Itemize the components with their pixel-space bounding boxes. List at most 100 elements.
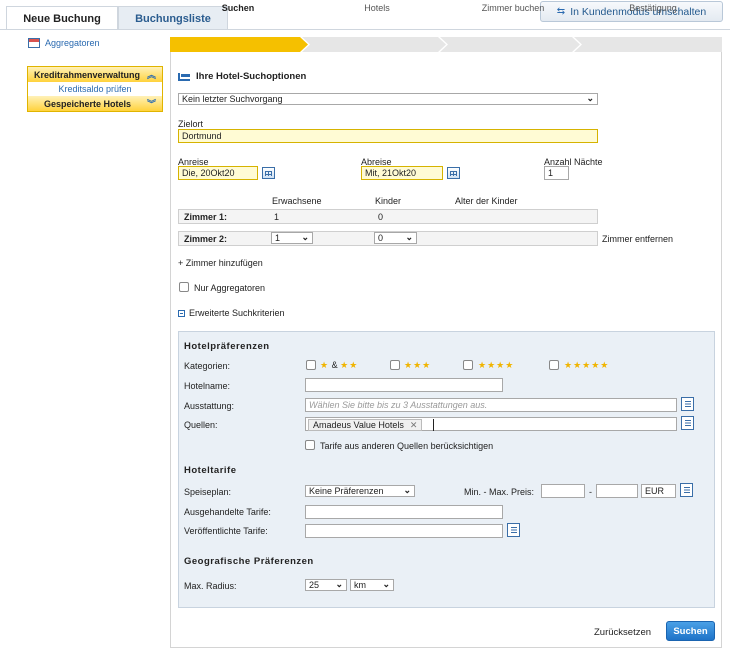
- published-label: Veröffentlichte Tarife:: [184, 526, 268, 536]
- step-bg-search: [170, 37, 308, 52]
- chevron-down-icon: ⌄: [335, 579, 343, 589]
- radius-label: Max. Radius:: [184, 581, 237, 591]
- room-2-label: Zimmer 2:: [184, 234, 228, 244]
- sources-label: Quellen:: [184, 420, 218, 430]
- arrival-input[interactable]: Die, 20Okt20: [178, 166, 258, 180]
- step-bg-confirm: [574, 37, 722, 52]
- list-icon[interactable]: [507, 523, 520, 537]
- source-token[interactable]: Amadeus Value Hotels ✕: [308, 419, 423, 431]
- chevron-down-icon: ⌄: [405, 232, 413, 242]
- advanced-toggle[interactable]: Erweiterte Suchkriterien: [178, 308, 285, 318]
- sidebar-credit-link[interactable]: Kreditsaldo prüfen: [28, 82, 162, 96]
- calendar-icon[interactable]: [447, 167, 460, 179]
- max-price-input[interactable]: [596, 484, 638, 498]
- sidebar-aggregators[interactable]: Aggregatoren: [28, 38, 100, 48]
- tab-new-booking[interactable]: Neue Buchung: [6, 6, 118, 30]
- step-hotels: Hotels: [364, 2, 390, 13]
- search-button[interactable]: Suchen: [666, 621, 715, 641]
- category-amp: &: [331, 360, 338, 370]
- chevron-down-icon[interactable]: ︾: [147, 97, 156, 110]
- published-input[interactable]: [305, 524, 503, 538]
- list-icon[interactable]: [680, 483, 693, 497]
- list-icon[interactable]: [681, 416, 694, 430]
- category-4star-checkbox[interactable]: [463, 360, 473, 370]
- sidebar-aggregators-label[interactable]: Aggregatoren: [45, 38, 100, 48]
- price-label: Min. - Max. Preis:: [464, 487, 535, 497]
- last-search-value: Kein letzter Suchvorgang: [182, 94, 283, 104]
- room-1-row: [178, 209, 598, 224]
- category-2star-checkbox[interactable]: [306, 360, 316, 370]
- hotelname-label: Hotelname:: [184, 381, 231, 391]
- geo-title: Geografische Präferenzen: [184, 556, 314, 567]
- destination-input[interactable]: Dortmund: [178, 129, 598, 143]
- price-separator: -: [589, 487, 592, 497]
- other-sources-checkbox[interactable]: [305, 440, 315, 450]
- last-search-select[interactable]: Kein letzter Suchvorgang ⌄: [178, 93, 598, 105]
- advanced-label: Erweiterte Suchkriterien: [189, 308, 285, 318]
- room-1-children: 0: [378, 212, 384, 222]
- negotiated-label: Ausgehandelte Tarife:: [184, 507, 271, 517]
- star-icon: ★: [320, 360, 330, 370]
- negotiated-input[interactable]: [305, 505, 503, 519]
- other-sources-label: Tarife aus anderen Quellen berücksichtig…: [320, 441, 494, 451]
- meal-select[interactable]: Keine Präferenzen ⌄: [305, 485, 415, 497]
- collapse-icon: [178, 309, 185, 317]
- chevron-down-icon: ⌄: [301, 232, 309, 242]
- hotel-prefs-title: Hotelpräferenzen: [184, 341, 270, 352]
- close-icon[interactable]: ✕: [410, 420, 418, 431]
- rates-title: Hoteltarife: [184, 465, 237, 476]
- room-2-children-value: 0: [378, 233, 384, 243]
- sidebar-saved-hotels[interactable]: Gespeicherte Hotels ︾: [28, 96, 162, 111]
- section-title-text: Ihre Hotel-Suchoptionen: [196, 71, 307, 82]
- only-aggregators-checkbox[interactable]: [179, 282, 189, 292]
- step-bg-rooms: [440, 37, 580, 52]
- category-2star-label: ★ & ★★: [320, 360, 358, 371]
- chevron-up-icon[interactable]: ︽: [147, 68, 156, 81]
- amenities-input[interactable]: Wählen Sie bitte bis zu 3 Ausstattungen …: [305, 398, 677, 412]
- amenities-label: Ausstattung:: [184, 401, 235, 411]
- hotelname-input[interactable]: [305, 378, 503, 392]
- remove-room-link[interactable]: Zimmer entfernen: [602, 234, 673, 244]
- star-icon: ★★: [340, 360, 359, 370]
- room-1-label: Zimmer 1:: [184, 212, 228, 222]
- category-3star-checkbox[interactable]: [390, 360, 400, 370]
- reset-link[interactable]: Zurücksetzen: [594, 627, 651, 638]
- min-price-input[interactable]: [541, 484, 585, 498]
- nights-input[interactable]: 1: [544, 166, 569, 180]
- room-2-adults-value: 1: [275, 233, 281, 243]
- currency-input[interactable]: EUR: [641, 484, 676, 498]
- source-token-label: Amadeus Value Hotels: [313, 420, 404, 430]
- star-icon: ★★★★★: [564, 360, 610, 370]
- category-5star-checkbox[interactable]: [549, 360, 559, 370]
- radius-value: 25: [309, 580, 320, 590]
- destination-label: Zielort: [178, 119, 204, 129]
- step-search: Suchen: [221, 2, 255, 13]
- credit-header-label: Kreditrahmenverwaltung: [34, 69, 141, 80]
- meal-label: Speiseplan:: [184, 487, 232, 497]
- step-confirmation: Bestätigung: [629, 2, 677, 13]
- radius-select[interactable]: 25 ⌄: [305, 579, 347, 591]
- sidebar-box: Kreditrahmenverwaltung ︽ Kreditsaldo prü…: [27, 66, 163, 112]
- list-icon[interactable]: [681, 397, 694, 411]
- calendar-icon[interactable]: [262, 167, 275, 179]
- progress-steps: [170, 37, 722, 52]
- sidebar-credit-header[interactable]: Kreditrahmenverwaltung ︽: [28, 67, 162, 82]
- aggregator-icon: [28, 38, 40, 48]
- step-book-rooms: Zimmer buchen: [481, 2, 545, 13]
- radius-unit-select[interactable]: km ⌄: [350, 579, 394, 591]
- saved-hotels-label: Gespeicherte Hotels: [44, 98, 132, 109]
- col-adults: Erwachsene: [272, 196, 322, 206]
- departure-input[interactable]: Mit, 21Okt20: [361, 166, 443, 180]
- chevron-down-icon: ⌄: [586, 93, 594, 103]
- col-child-age: Alter der Kinder: [455, 196, 518, 206]
- room-1-adults: 1: [274, 212, 280, 222]
- meal-value: Keine Präferenzen: [309, 486, 384, 496]
- room-2-adults-select[interactable]: 1 ⌄: [271, 232, 313, 244]
- add-room-link[interactable]: + Zimmer hinzufügen: [178, 258, 263, 268]
- room-2-children-select[interactable]: 0 ⌄: [374, 232, 417, 244]
- step-bg-hotels: [302, 37, 446, 52]
- star-icon: ★★★: [404, 360, 432, 370]
- bed-icon: [178, 72, 190, 81]
- only-aggregators-label: Nur Aggregatoren: [194, 283, 266, 293]
- radius-unit-value: km: [354, 580, 366, 590]
